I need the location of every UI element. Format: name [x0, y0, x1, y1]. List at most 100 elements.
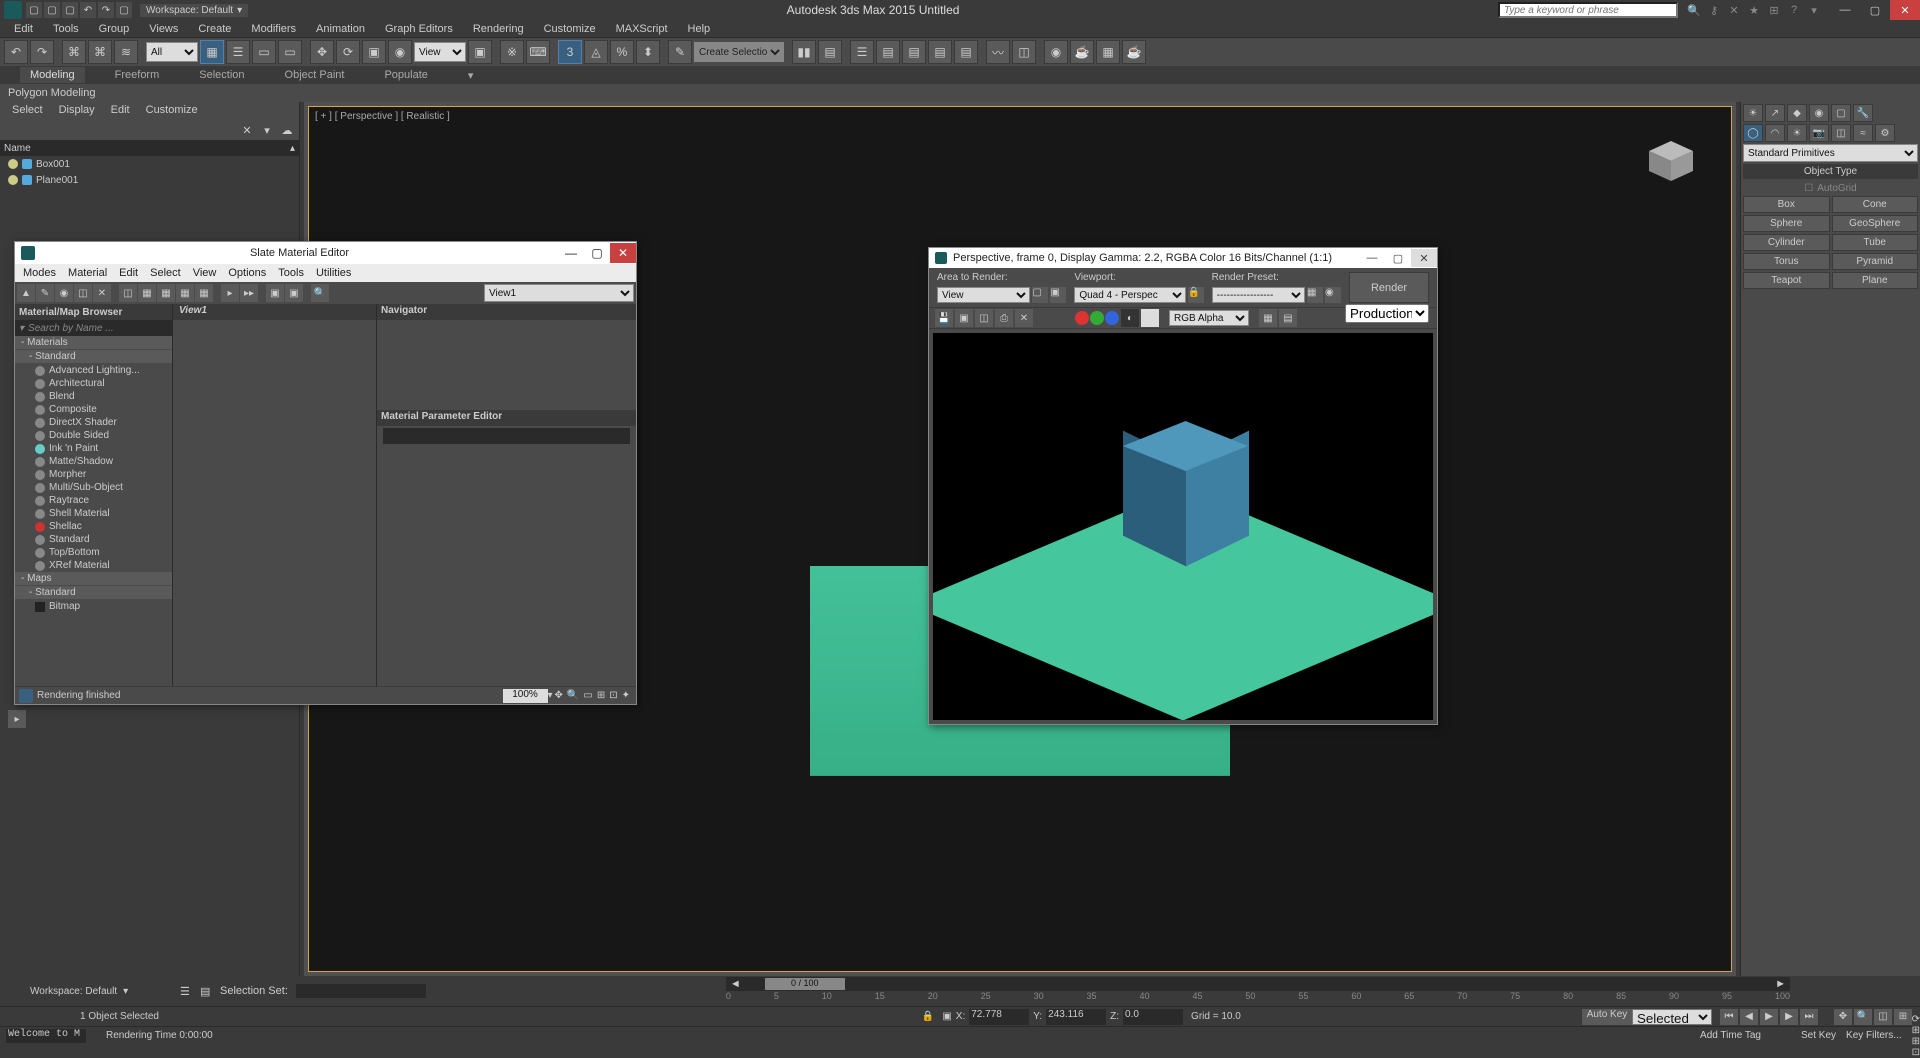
- material-id-icon[interactable]: ▣: [266, 284, 284, 302]
- standard-materials-node[interactable]: - Standard: [15, 350, 172, 363]
- view-tab[interactable]: View1: [173, 304, 376, 320]
- maximize-button[interactable]: ▢: [1860, 0, 1890, 20]
- zoom-icon[interactable]: 🔍: [567, 690, 579, 701]
- scene-explorer-button[interactable]: ▤: [876, 40, 900, 64]
- undo-icon[interactable]: ↶: [80, 2, 96, 18]
- geosphere-button[interactable]: GeoSphere: [1832, 215, 1919, 232]
- slate-menu-utilities[interactable]: Utilities: [316, 267, 351, 279]
- material-item[interactable]: Blend: [15, 390, 172, 403]
- ribbon-tab-modeling[interactable]: Modeling: [20, 67, 85, 83]
- viewport-layout-button[interactable]: ▸: [8, 710, 26, 728]
- se-menu-display[interactable]: Display: [59, 104, 95, 118]
- ref-coord-dropdown[interactable]: View: [414, 42, 466, 62]
- edit-region-icon[interactable]: ▢: [1032, 287, 1048, 303]
- show-background-icon[interactable]: ▦: [176, 284, 194, 302]
- material-item[interactable]: Composite: [15, 403, 172, 416]
- materials-node[interactable]: - Materials: [15, 336, 172, 349]
- utilities-tab-icon[interactable]: 🔧: [1853, 104, 1873, 122]
- goto-start-button[interactable]: ⏮: [1720, 1009, 1738, 1025]
- hide-unused-icon[interactable]: ▦: [138, 284, 156, 302]
- key-mode-dropdown[interactable]: Selected: [1632, 1009, 1712, 1025]
- zoom-all-icon[interactable]: ⊞: [1894, 1009, 1912, 1025]
- area-dropdown[interactable]: View: [937, 287, 1030, 303]
- help-icon[interactable]: ?: [1786, 2, 1802, 18]
- render-minimize-button[interactable]: —: [1359, 249, 1385, 267]
- layer-explorer-button[interactable]: ▤: [902, 40, 926, 64]
- exchange-icon[interactable]: ✕: [1726, 2, 1742, 18]
- alpha-channel-button[interactable]: ◐: [1121, 309, 1139, 327]
- scene-explorer-header[interactable]: Name ▴: [0, 140, 299, 156]
- window-crossing-button[interactable]: ▭: [278, 40, 302, 64]
- save-image-icon[interactable]: 💾: [935, 309, 953, 327]
- se-filter-icon[interactable]: ▾: [259, 122, 275, 138]
- cylinder-button[interactable]: Cylinder: [1743, 234, 1830, 251]
- selection-set-dropdown[interactable]: [296, 984, 426, 998]
- material-name-input[interactable]: [383, 428, 630, 444]
- snap-toggle-button[interactable]: 3: [558, 40, 582, 64]
- render-titlebar[interactable]: Perspective, frame 0, Display Gamma: 2.2…: [929, 248, 1437, 268]
- new-icon[interactable]: ▢: [26, 2, 42, 18]
- time-ruler[interactable]: 0 5 10 15 20 25 30 35 40 45 50 55 60 65 …: [726, 991, 1790, 1005]
- toggle-ui-icon[interactable]: ▦: [1259, 309, 1277, 327]
- save-icon[interactable]: ▢: [62, 2, 78, 18]
- production-dropdown[interactable]: Production: [1345, 304, 1429, 323]
- scale-button[interactable]: ▣: [362, 40, 386, 64]
- cameras-icon[interactable]: 📷: [1809, 124, 1829, 142]
- menu-group[interactable]: Group: [89, 23, 140, 35]
- search-icon[interactable]: 🔍: [1686, 2, 1702, 18]
- align-button[interactable]: ▤: [818, 40, 842, 64]
- isolate-icon[interactable]: ▣: [942, 1011, 951, 1022]
- time-slider-thumb[interactable]: 0 / 100: [765, 978, 845, 990]
- render-setup-icon[interactable]: ▦: [1307, 287, 1323, 303]
- ribbon-tab-freeform[interactable]: Freeform: [105, 67, 170, 83]
- community-icon[interactable]: ⊞: [1766, 2, 1782, 18]
- blue-channel-button[interactable]: [1105, 311, 1119, 325]
- material-item[interactable]: Architectural: [15, 377, 172, 390]
- print-icon[interactable]: ⎙: [995, 309, 1013, 327]
- material-item[interactable]: Raytrace: [15, 494, 172, 507]
- assign-selection-icon[interactable]: ◫: [74, 284, 92, 302]
- project-icon[interactable]: ▢: [116, 2, 132, 18]
- render-maximize-button[interactable]: ▢: [1385, 249, 1411, 267]
- navigator-panel[interactable]: [377, 320, 636, 410]
- visibility-icon[interactable]: [8, 175, 18, 185]
- render-setup-button[interactable]: ☕: [1070, 40, 1094, 64]
- unlink-button[interactable]: ⌘: [88, 40, 112, 64]
- scene-item-plane[interactable]: Plane001: [0, 172, 299, 188]
- visibility-icon[interactable]: [8, 159, 18, 169]
- slate-menu-modes[interactable]: Modes: [23, 267, 56, 279]
- bind-button[interactable]: ≋: [114, 40, 138, 64]
- show-map-icon[interactable]: ▦: [157, 284, 175, 302]
- menu-help[interactable]: Help: [678, 23, 721, 35]
- move-children-icon[interactable]: ◫: [119, 284, 137, 302]
- slate-menu-tools[interactable]: Tools: [278, 267, 304, 279]
- ribbon-minimize-icon[interactable]: ▾: [458, 67, 484, 84]
- goto-end-button[interactable]: ⏭: [1800, 1009, 1818, 1025]
- red-channel-button[interactable]: [1075, 311, 1089, 325]
- layers-icon[interactable]: ☰: [180, 985, 200, 998]
- pivot-button[interactable]: ▣: [468, 40, 492, 64]
- spinner-snap-button[interactable]: ⬍: [636, 40, 660, 64]
- autokey-button[interactable]: Auto Key: [1582, 1009, 1632, 1025]
- selection-filter-dropdown[interactable]: All: [146, 42, 198, 62]
- ribbon-panel-label[interactable]: Polygon Modeling: [8, 87, 95, 99]
- material-item[interactable]: Ink 'n Paint: [15, 442, 172, 455]
- schematic-button[interactable]: ◫: [1012, 40, 1036, 64]
- render-close-button[interactable]: ✕: [1411, 249, 1437, 267]
- spacewarps-icon[interactable]: ≈: [1853, 124, 1873, 142]
- material-item[interactable]: Advanced Lighting...: [15, 364, 172, 377]
- slate-maximize-button[interactable]: ▢: [584, 243, 610, 263]
- time-slider-track[interactable]: ◄ 0 / 100 ►: [726, 977, 1790, 991]
- se-menu-select[interactable]: Select: [12, 104, 43, 118]
- lock-icon[interactable]: 🔒: [922, 1011, 934, 1022]
- clone-window-icon[interactable]: ◫: [975, 309, 993, 327]
- material-item[interactable]: DirectX Shader: [15, 416, 172, 429]
- pick-material-icon[interactable]: ✎: [36, 284, 54, 302]
- ribbon-tab-populate[interactable]: Populate: [374, 67, 437, 83]
- hierarchy-tab-icon[interactable]: ◆: [1787, 104, 1807, 122]
- green-channel-button[interactable]: [1090, 311, 1104, 325]
- material-item[interactable]: Standard: [15, 533, 172, 546]
- scene-item-box[interactable]: Box001: [0, 156, 299, 172]
- scrub-right-icon[interactable]: ►: [1771, 978, 1790, 990]
- primitive-category-dropdown[interactable]: Standard Primitives: [1743, 144, 1918, 162]
